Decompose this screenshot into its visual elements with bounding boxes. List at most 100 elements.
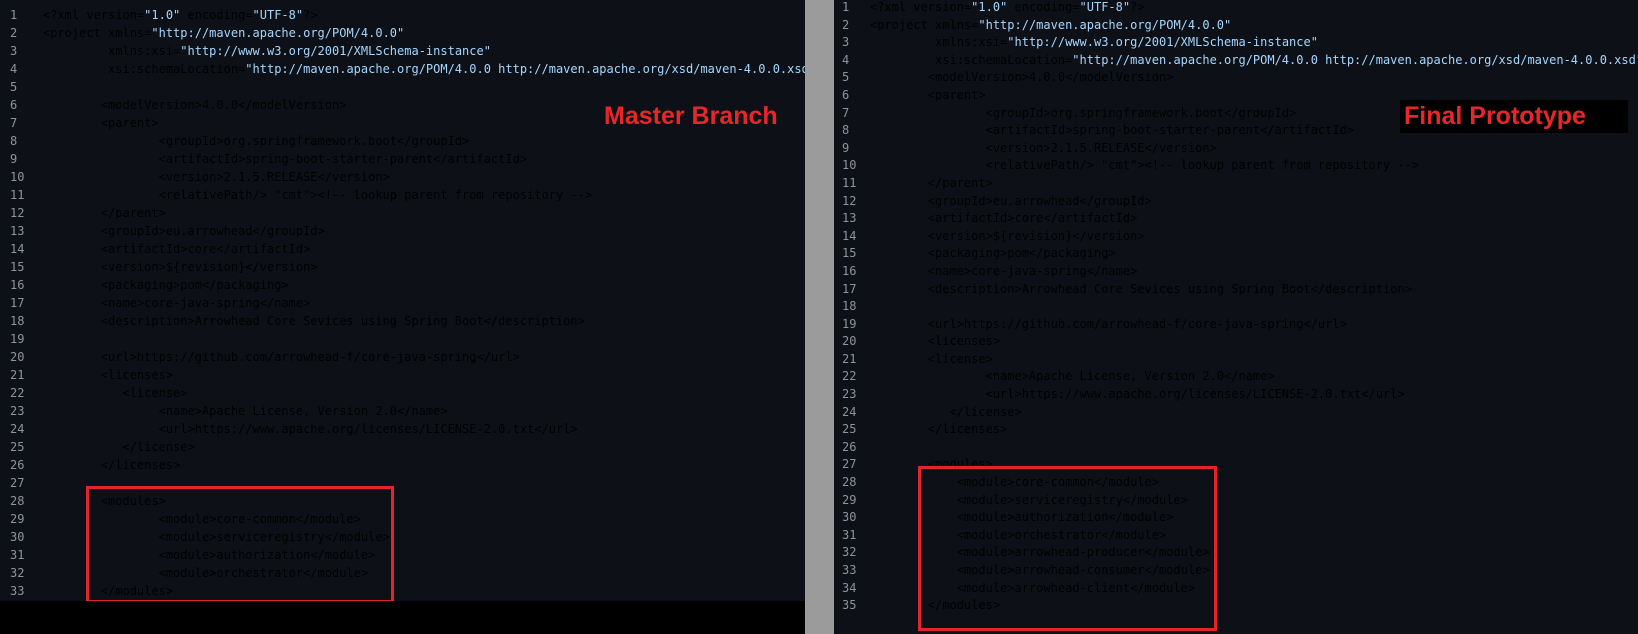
line-text: <name>Apache License, Version 2.0</name> (870, 369, 1275, 384)
code-line: 16 <name>core-java-spring</name> (834, 263, 1638, 281)
code-line: 1 <?xml version="1.0" encoding="UTF-8"?> (0, 6, 805, 24)
line-number: 21 (10, 368, 25, 382)
code-line: 2 <project xmlns="http://maven.apache.org… (0, 24, 805, 42)
line-text: <url>https://www.apache.org/licenses/LIC… (43, 422, 578, 436)
line-number: 30 (842, 510, 857, 525)
line-number: 9 (842, 140, 850, 155)
line-number: 5 (842, 70, 850, 85)
line-number: 14 (10, 242, 25, 256)
line-number: 12 (10, 206, 25, 220)
line-number: 24 (10, 422, 25, 436)
line-number: 17 (842, 281, 857, 296)
code-line: 22 <license> (0, 384, 805, 402)
line-text: <packaging>pom</packaging> (870, 246, 1116, 261)
code-line: 14 <artifactId>core</artifactId> (0, 240, 805, 258)
line-text: <url>https://www.apache.org/licenses/LIC… (870, 387, 1405, 402)
line-text: </license> (43, 440, 195, 454)
line-text: <url>https://github.com/arrowhead-f/core… (43, 350, 520, 364)
line-text: <version>2.1.5.RELEASE</version> (43, 170, 390, 184)
line-text: <name>Apache License, Version 2.0</name> (43, 404, 448, 418)
code-line: 8 <groupId>org.springframework.boot</gro… (0, 132, 805, 150)
line-number: 4 (842, 52, 850, 67)
line-number: 26 (842, 439, 857, 454)
line-text: <groupId>org.springframework.boot</group… (43, 134, 470, 148)
code-line: 24 <url>https://www.apache.org/licenses/… (0, 420, 805, 438)
code-line: 11 </parent> (834, 175, 1638, 193)
code-line: 4 xsi:schemaLocation="http://maven.apach… (0, 60, 805, 78)
code-line: 22 <name>Apache License, Version 2.0</na… (834, 368, 1638, 386)
code-line: 9 <version>2.1.5.RELEASE</version> (834, 140, 1638, 158)
code-line: 25 </license> (0, 438, 805, 456)
line-number: 31 (10, 548, 25, 562)
line-number: 11 (10, 188, 25, 202)
right-code-panel: 1 <?xml version="1.0" encoding="UTF-8"?> 2… (834, 0, 1638, 634)
line-text: <license> (870, 351, 993, 366)
line-number: 1 (10, 8, 18, 22)
left-modules-highlight (86, 486, 394, 601)
line-text: </licenses> (870, 422, 1008, 437)
right-panel-title: Final Prototype (1400, 100, 1628, 133)
code-line: 13 <artifactId>core</artifactId> (834, 210, 1638, 228)
line-number: 24 (842, 404, 857, 419)
line-text: <version>${revision}</version> (43, 260, 318, 274)
line-number: 10 (10, 170, 25, 184)
line-number: 5 (10, 80, 18, 94)
left-code-panel: 1 <?xml version="1.0" encoding="UTF-8"?> 2… (0, 0, 805, 601)
line-text: <groupId>eu.arrowhead</groupId> (870, 193, 1152, 208)
line-number: 25 (842, 422, 857, 437)
code-line: 10 <version>2.1.5.RELEASE</version> (0, 168, 805, 186)
line-number: 35 (842, 598, 857, 613)
line-number: 3 (10, 44, 18, 58)
code-line: 15 <version>${revision}</version> (0, 258, 805, 276)
code-line: 3 xmlns:xsi="http://www.w3.org/2001/XMLS… (0, 42, 805, 60)
code-line: 25 </licenses> (834, 421, 1638, 439)
line-number: 33 (10, 584, 25, 598)
line-text: </parent> (43, 206, 166, 220)
line-text: <licenses> (43, 368, 174, 382)
line-number: 2 (842, 17, 850, 32)
line-number: 32 (10, 566, 25, 580)
line-number: 19 (10, 332, 25, 346)
code-line: 15 <packaging>pom</packaging> (834, 245, 1638, 263)
line-text: <description>Arrowhead Core Sevices usin… (43, 314, 585, 328)
line-text: <modelVersion>4.0.0</modelVersion> (43, 98, 347, 112)
line-text: <?xml version="1.0" encoding="UTF-8"?> (870, 0, 1145, 14)
line-number: 8 (842, 123, 850, 138)
line-text: <project xmlns="http://maven.apache.org/… (870, 17, 1232, 32)
line-text: <license> (43, 386, 188, 400)
line-text: <packaging>pom</packaging> (43, 278, 289, 292)
line-text: <artifactId>core</artifactId> (870, 211, 1138, 226)
line-number: 6 (842, 87, 850, 102)
line-text: <groupId>eu.arrowhead</groupId> (43, 224, 325, 238)
panel-divider (805, 0, 834, 634)
code-line: 20 <licenses> (834, 333, 1638, 351)
code-line: 14 <version>${revision}</version> (834, 228, 1638, 246)
line-text: xmlns:xsi="http://www.w3.org/2001/XMLSch… (870, 35, 1318, 50)
code-line: 9 <artifactId>spring-boot-starter-parent… (0, 150, 805, 168)
code-line: 18 (834, 298, 1638, 316)
line-text: <name>core-java-spring</name> (870, 263, 1138, 278)
code-line: 13 <groupId>eu.arrowhead</groupId> (0, 222, 805, 240)
line-text: <artifactId>core</artifactId> (43, 242, 311, 256)
line-number: 14 (842, 228, 857, 243)
code-line: 12 </parent> (0, 204, 805, 222)
line-text: <relativePath/> "cmt"><!-- lookup parent… (870, 158, 1420, 173)
line-text: <artifactId>spring-boot-starter-parent</… (43, 152, 528, 166)
line-number: 8 (10, 134, 18, 148)
line-number: 16 (10, 278, 25, 292)
line-number: 13 (10, 224, 25, 238)
line-number: 31 (842, 527, 857, 542)
line-number: 33 (842, 563, 857, 577)
line-text: <parent> (43, 116, 159, 130)
code-line: 10 <relativePath/> "cmt"><!-- lookup par… (834, 157, 1638, 175)
line-number: 12 (842, 193, 857, 208)
line-text: <groupId>org.springframework.boot</group… (870, 105, 1297, 120)
code-line: 21 <licenses> (0, 366, 805, 384)
line-number: 22 (10, 386, 25, 400)
line-text: <description>Arrowhead Core Sevices usin… (870, 281, 1412, 296)
left-panel-title: Master Branch (604, 102, 778, 130)
line-number: 15 (10, 260, 25, 274)
line-number: 18 (842, 299, 857, 314)
line-number: 9 (10, 152, 18, 166)
line-number: 23 (10, 404, 25, 418)
